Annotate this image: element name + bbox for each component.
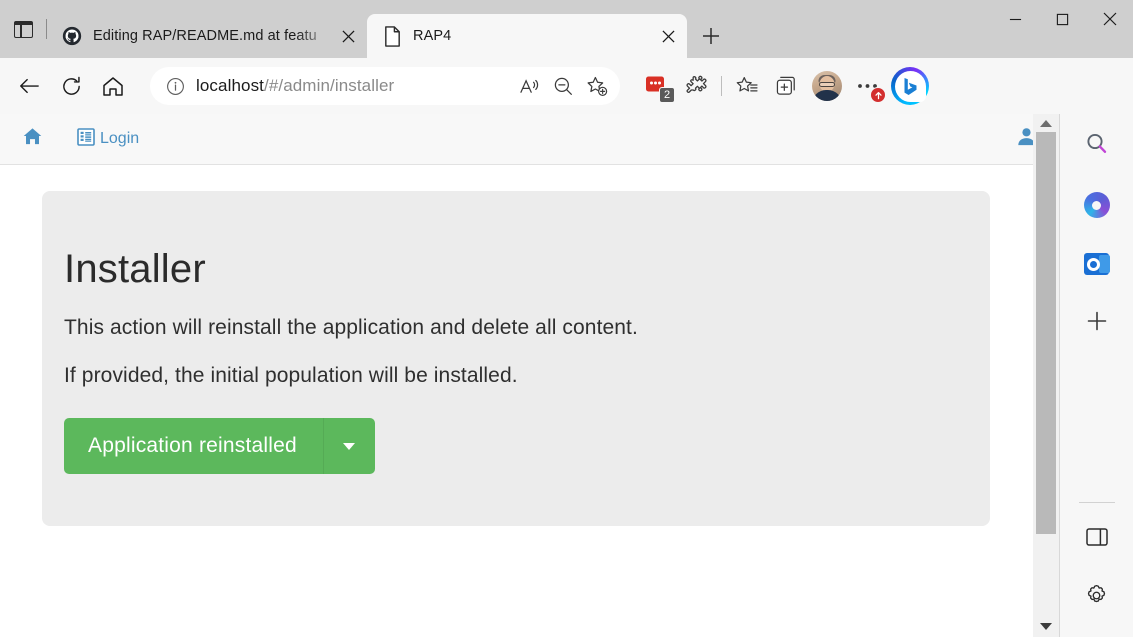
- avatar-glasses: [819, 81, 835, 87]
- tab-actions-button[interactable]: [0, 0, 46, 58]
- chevron-down-icon: [343, 442, 356, 450]
- triangle-up-icon: [1040, 119, 1052, 127]
- tab-close-button[interactable]: [655, 23, 681, 49]
- outlook-o-glyph: [1086, 257, 1100, 271]
- reinstall-dropdown-toggle[interactable]: [322, 418, 375, 474]
- reinstall-button-group: Application reinstalled: [64, 418, 375, 474]
- installer-warning-line-1: This action will reinstall the applicati…: [64, 316, 638, 339]
- github-icon: [61, 25, 83, 47]
- collections-icon[interactable]: [767, 67, 807, 105]
- read-aloud-icon[interactable]: [512, 70, 546, 102]
- bing-copilot-icon[interactable]: [887, 67, 933, 105]
- sidebar-divider: [1078, 502, 1115, 503]
- login-form-icon: [77, 127, 95, 151]
- minimize-button[interactable]: [992, 0, 1039, 38]
- url-text[interactable]: localhost/#/admin/installer: [190, 76, 512, 96]
- nav-home-link[interactable]: [22, 126, 43, 152]
- home-button[interactable]: [92, 67, 134, 105]
- search-icon: [1085, 132, 1109, 161]
- scroll-down-button[interactable]: [1033, 617, 1059, 635]
- close-button[interactable]: [1086, 0, 1133, 38]
- favorites-icon[interactable]: [727, 67, 767, 105]
- browser-tab-github[interactable]: Editing RAP/README.md at featu: [47, 14, 367, 58]
- application-reinstalled-button[interactable]: Application reinstalled: [64, 418, 323, 474]
- outlook-icon: [1084, 253, 1110, 275]
- split-screen-notification-icon[interactable]: 2: [636, 67, 676, 105]
- update-badge-icon: [870, 87, 886, 103]
- notification-badge: 2: [659, 87, 675, 103]
- url-host: localhost: [196, 76, 264, 95]
- zoom-out-icon[interactable]: [546, 70, 580, 102]
- triangle-down-icon: [1040, 622, 1052, 630]
- window-controls: [992, 0, 1133, 58]
- tab-title: RAP4: [413, 28, 452, 44]
- toolbar-divider: [721, 76, 722, 96]
- avatar: [812, 71, 842, 101]
- info-icon[interactable]: [160, 71, 190, 101]
- sidebar-item-search[interactable]: [1077, 126, 1117, 166]
- back-button[interactable]: [8, 67, 50, 105]
- sidebar-item-add-app[interactable]: [1077, 303, 1117, 343]
- tab-title: Editing RAP/README.md at featu: [93, 28, 317, 44]
- scrollbar-thumb[interactable]: [1036, 132, 1056, 534]
- add-sidebar-app-icon: [1087, 311, 1107, 336]
- new-tab-button[interactable]: [693, 18, 729, 54]
- sidebar-toggle-button[interactable]: [1077, 519, 1117, 559]
- scroll-up-button[interactable]: [1033, 114, 1059, 132]
- installer-warning-line-2: If provided, the initial population will…: [64, 364, 518, 387]
- tab-strip: Editing RAP/README.md at featu RAP4: [0, 0, 1133, 58]
- page-title: Installer: [64, 247, 206, 291]
- page-viewport: Login Installer This action will reinsta…: [0, 114, 1060, 637]
- page-content: Installer This action will reinstall the…: [0, 165, 1059, 526]
- settings-more-icon[interactable]: [847, 67, 887, 105]
- address-bar: localhost/#/admin/installer 2: [0, 58, 1133, 114]
- sidebar-item-microsoft365[interactable]: [1077, 185, 1117, 225]
- url-path: /#/admin/installer: [264, 76, 395, 95]
- nav-login-label: Login: [100, 130, 140, 147]
- copilot-badge: [891, 67, 929, 105]
- page-scrollbar[interactable]: [1033, 114, 1059, 637]
- edge-sidebar: [1060, 114, 1133, 637]
- installer-card: Installer This action will reinstall the…: [42, 191, 990, 526]
- sidebar-settings-icon: [1085, 584, 1108, 612]
- maximize-button[interactable]: [1039, 0, 1086, 38]
- sidebar-item-outlook[interactable]: [1077, 244, 1117, 284]
- nav-login-link[interactable]: Login: [77, 127, 140, 151]
- sidebar-settings-button[interactable]: [1077, 578, 1117, 618]
- refresh-button[interactable]: [50, 67, 92, 105]
- browser-toolbar: 2: [636, 67, 933, 105]
- document-icon: [381, 25, 403, 47]
- microsoft-365-icon: [1083, 192, 1110, 218]
- sidebar-toggle-icon: [1085, 527, 1108, 552]
- tab-close-button[interactable]: [335, 23, 361, 49]
- tab-actions-icon: [13, 20, 33, 38]
- url-bar[interactable]: localhost/#/admin/installer: [150, 67, 620, 105]
- browser-tab-rap4[interactable]: RAP4: [367, 14, 687, 58]
- extensions-icon[interactable]: [676, 67, 716, 105]
- browser-window: Editing RAP/README.md at featu RAP4 loca…: [0, 0, 1133, 637]
- add-favorite-icon[interactable]: [580, 70, 614, 102]
- profile-avatar[interactable]: [807, 67, 847, 105]
- avatar-body: [812, 90, 842, 101]
- copilot-inner: [894, 70, 926, 102]
- home-icon: [22, 126, 43, 152]
- app-navbar: Login: [0, 114, 1059, 165]
